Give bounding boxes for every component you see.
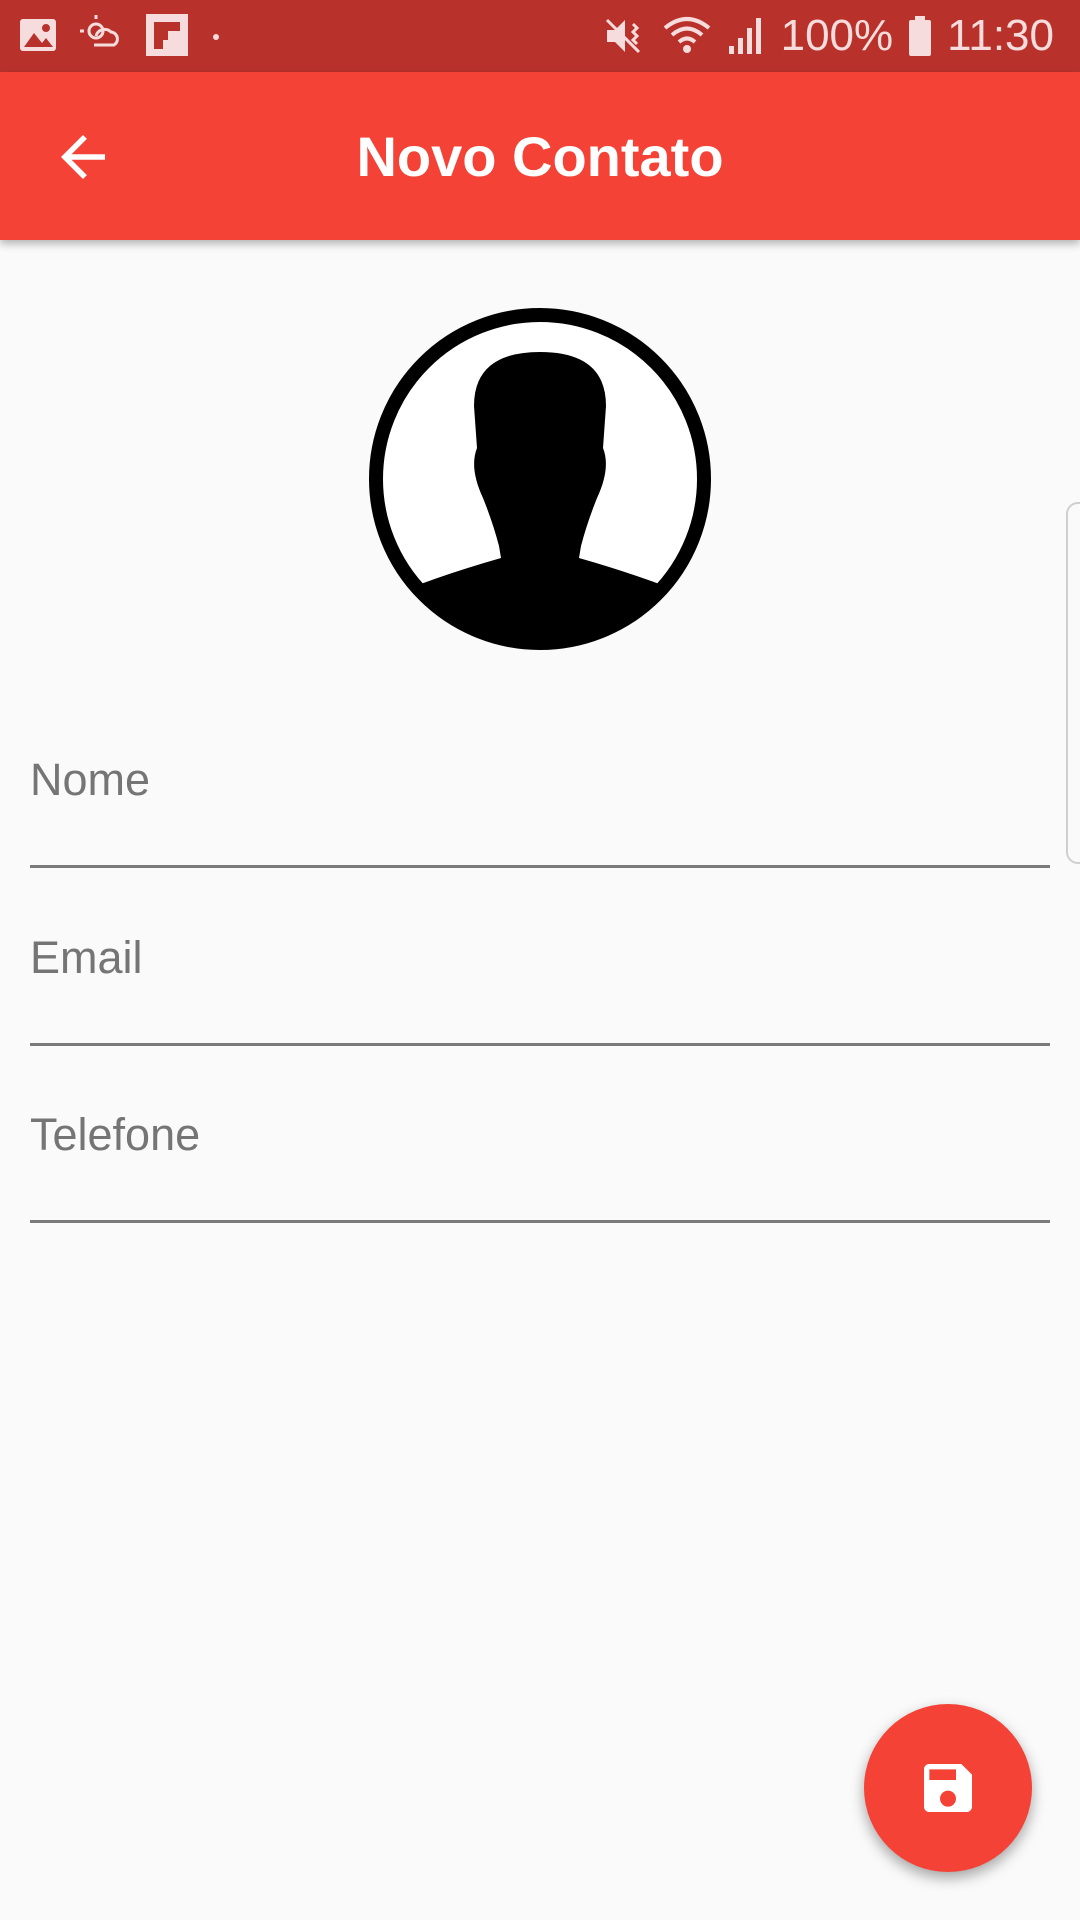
gallery-icon xyxy=(20,19,56,51)
status-left-icons xyxy=(18,14,222,56)
email-underline xyxy=(30,1043,1050,1046)
name-underline xyxy=(30,865,1050,868)
phone-input[interactable] xyxy=(30,1107,1054,1189)
page-title: Novo Contato xyxy=(356,125,724,188)
status-bar: 100% 11:30 xyxy=(0,0,1080,72)
save-icon xyxy=(924,1764,972,1812)
mute-icon xyxy=(605,18,640,54)
status-right-icons: 100% 11:30 xyxy=(603,10,1054,62)
person-silhouette-icon xyxy=(369,308,711,650)
signal-icon xyxy=(728,18,761,54)
name-field[interactable]: Nome xyxy=(30,752,1054,868)
save-button[interactable] xyxy=(864,1704,1032,1872)
name-input[interactable] xyxy=(30,752,1054,834)
flipboard-icon xyxy=(146,14,188,56)
email-input[interactable] xyxy=(30,930,1054,1012)
email-field[interactable]: Email xyxy=(30,930,1054,1046)
avatar-picker[interactable] xyxy=(369,308,711,650)
weather-icon xyxy=(80,15,119,47)
phone-underline xyxy=(30,1220,1050,1223)
battery-percent: 100% xyxy=(780,11,894,60)
edge-panel-handle[interactable] xyxy=(1066,502,1080,864)
app-bar: Novo Contato xyxy=(0,72,1080,240)
wifi-icon xyxy=(663,17,710,53)
dot-icon xyxy=(213,34,219,40)
clock: 11:30 xyxy=(947,11,1054,60)
battery-icon xyxy=(909,16,932,56)
phone-field[interactable]: Telefone xyxy=(30,1107,1054,1223)
